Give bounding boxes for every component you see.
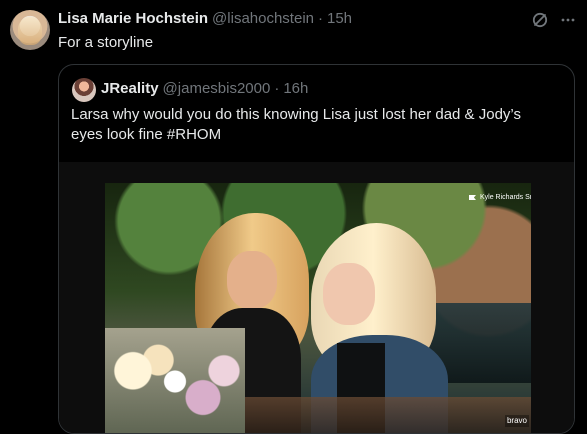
quoted-author-name[interactable]: JReality xyxy=(101,80,159,98)
right-person-face xyxy=(323,263,375,325)
quoted-author-avatar[interactable] xyxy=(72,78,96,102)
tweet-time[interactable]: 15h xyxy=(327,10,352,28)
quoted-tweet-header: JReality @jamesbis2000 · 16h xyxy=(101,80,308,98)
bravo-watermark: bravo xyxy=(504,415,529,427)
media-container[interactable]: Kyle Richards Snoop × bravo xyxy=(59,162,574,433)
tweet-header: Lisa Marie Hochstein @lisahochstein · 15… xyxy=(58,10,352,28)
video-caption-bar[interactable]: Kyle Richards Snoop × xyxy=(469,193,531,202)
flower-arrangement xyxy=(105,328,245,433)
more-icon[interactable] xyxy=(558,10,578,30)
author-avatar[interactable] xyxy=(10,10,50,50)
left-person-face xyxy=(227,251,277,309)
grok-icon[interactable] xyxy=(530,10,550,30)
author-name[interactable]: Lisa Marie Hochstein xyxy=(58,10,208,28)
sofa xyxy=(240,397,531,433)
quoted-author-handle[interactable]: @jamesbis2000 xyxy=(163,80,271,98)
video-player[interactable]: Kyle Richards Snoop × bravo xyxy=(105,183,531,433)
timestamp-separator: · xyxy=(318,10,323,27)
tweet-text: For a storyline xyxy=(58,34,154,51)
quoted-tweet-text: Larsa why would you do this knowing Lisa… xyxy=(71,106,521,143)
author-handle[interactable]: @lisahochstein xyxy=(212,10,314,28)
video-caption: Kyle Richards Snoop xyxy=(480,194,531,201)
quoted-timestamp-separator: · xyxy=(274,80,280,97)
flag-icon xyxy=(469,195,476,200)
quoted-tweet-card[interactable]: JReality @jamesbis2000 · 16h Larsa why w… xyxy=(58,64,575,434)
quoted-tweet-time[interactable]: 16h xyxy=(283,80,308,98)
